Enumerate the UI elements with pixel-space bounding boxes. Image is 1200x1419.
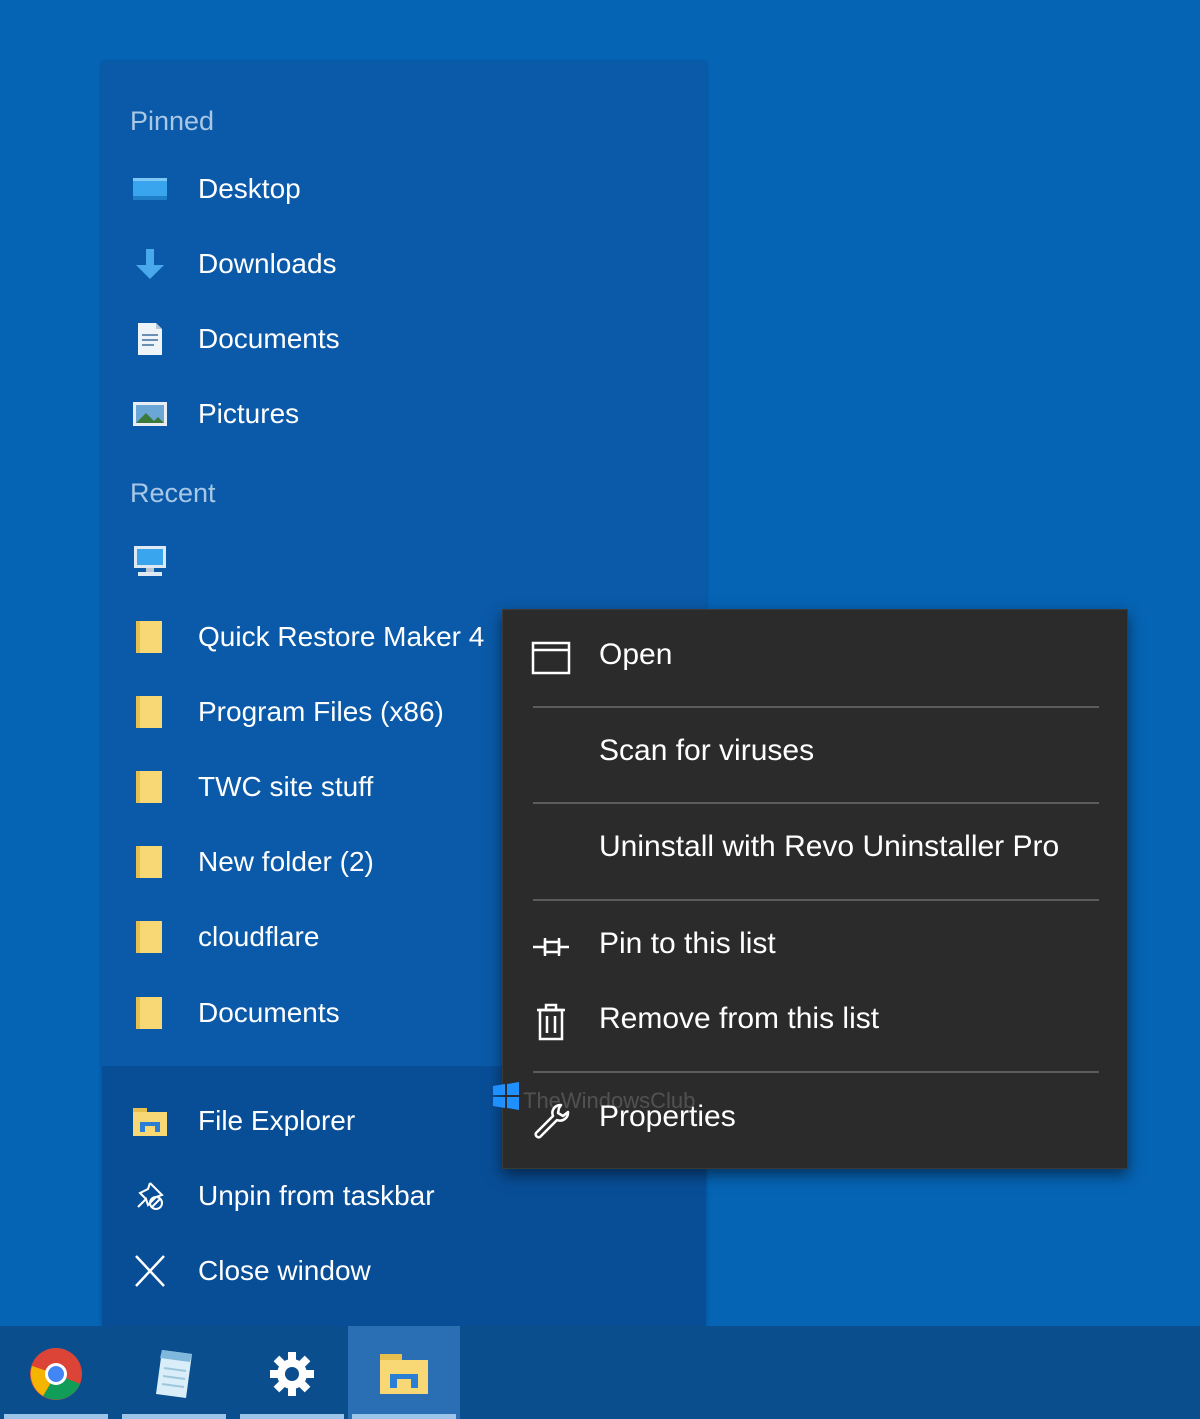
task-close-window[interactable]: Close window bbox=[102, 1238, 706, 1304]
menu-item-uninstall-revo[interactable]: Uninstall with Revo Uninstaller Pro bbox=[503, 812, 1127, 886]
recent-item-label: Quick Restore Maker 4 bbox=[198, 621, 485, 652]
menu-separator bbox=[533, 1071, 1099, 1073]
context-menu: Open Scan for viruses Uninstall with Rev… bbox=[493, 609, 1128, 1169]
pinned-item-label: Documents bbox=[198, 323, 340, 354]
taskbar-app-file-explorer[interactable] bbox=[348, 1326, 460, 1419]
unpin-icon bbox=[137, 1182, 164, 1210]
recent-item-computer[interactable] bbox=[102, 528, 706, 594]
folder-icon bbox=[136, 696, 162, 728]
taskbar bbox=[0, 1326, 1200, 1419]
folder-icon bbox=[136, 621, 162, 653]
taskbar-app-chrome[interactable] bbox=[0, 1326, 112, 1419]
pinned-item-pictures[interactable]: Pictures bbox=[102, 381, 706, 447]
notepad-icon bbox=[156, 1350, 192, 1398]
file-explorer-icon bbox=[380, 1354, 428, 1394]
taskbar-app-notepad[interactable] bbox=[118, 1326, 230, 1419]
menu-separator bbox=[533, 706, 1099, 708]
menu-item-open[interactable]: Open bbox=[503, 620, 1127, 694]
taskbar-app-settings[interactable] bbox=[236, 1326, 348, 1419]
menu-item-label: Remove from this list bbox=[599, 1002, 880, 1035]
running-indicator bbox=[352, 1414, 456, 1419]
folder-icon bbox=[136, 997, 162, 1029]
running-indicator bbox=[240, 1414, 344, 1419]
pictures-icon bbox=[133, 402, 167, 426]
recent-item-label: cloudflare bbox=[198, 921, 320, 952]
pin-icon bbox=[533, 938, 569, 956]
settings-gear-icon bbox=[270, 1352, 314, 1396]
pinned-item-documents[interactable]: Documents bbox=[102, 306, 706, 372]
pinned-item-label: Pictures bbox=[198, 398, 300, 429]
menu-item-pin-to-list[interactable]: Pin to this list bbox=[503, 909, 1127, 983]
running-indicator bbox=[4, 1414, 108, 1419]
menu-item-label: Open bbox=[599, 638, 673, 671]
file-explorer-icon bbox=[133, 1108, 167, 1136]
recent-item-label: Documents bbox=[198, 997, 340, 1028]
pinned-header: Pinned bbox=[130, 106, 215, 136]
chrome-icon bbox=[30, 1348, 82, 1400]
wrench-icon bbox=[534, 1103, 570, 1139]
download-arrow-icon bbox=[136, 249, 164, 279]
trash-icon bbox=[537, 1003, 565, 1041]
pinned-item-label: Downloads bbox=[198, 248, 337, 279]
menu-item-properties[interactable]: Properties bbox=[503, 1082, 1127, 1156]
menu-item-label: Properties bbox=[599, 1100, 736, 1133]
running-indicator bbox=[122, 1414, 226, 1419]
task-label: Unpin from taskbar bbox=[198, 1180, 435, 1211]
desktop-icon bbox=[133, 178, 167, 200]
menu-separator bbox=[533, 802, 1099, 804]
document-icon bbox=[138, 323, 162, 355]
task-unpin-from-taskbar[interactable]: Unpin from taskbar bbox=[102, 1163, 706, 1229]
computer-icon bbox=[134, 546, 166, 576]
menu-item-remove-from-list[interactable]: Remove from this list bbox=[503, 984, 1127, 1058]
folder-icon bbox=[136, 846, 162, 878]
menu-item-label: Pin to this list bbox=[599, 927, 776, 960]
pinned-item-desktop[interactable]: Desktop bbox=[102, 156, 706, 222]
window-icon bbox=[531, 641, 571, 675]
folder-icon bbox=[136, 771, 162, 803]
menu-item-scan-for-viruses[interactable]: Scan for viruses bbox=[503, 716, 1127, 790]
pinned-item-downloads[interactable]: Downloads bbox=[102, 231, 706, 297]
pinned-item-label: Desktop bbox=[198, 173, 301, 204]
task-label: File Explorer bbox=[198, 1105, 356, 1136]
menu-item-label: Scan for viruses bbox=[599, 734, 815, 767]
recent-item-label: TWC site stuff bbox=[198, 771, 374, 802]
menu-item-label: Uninstall with Revo Uninstaller Pro bbox=[599, 830, 1060, 863]
recent-item-label: New folder (2) bbox=[198, 846, 374, 877]
close-icon bbox=[135, 1255, 165, 1287]
menu-separator bbox=[533, 899, 1099, 901]
task-label: Close window bbox=[198, 1255, 371, 1286]
recent-header: Recent bbox=[130, 478, 216, 508]
recent-item-label: Program Files (x86) bbox=[198, 696, 444, 727]
folder-icon bbox=[136, 921, 162, 953]
